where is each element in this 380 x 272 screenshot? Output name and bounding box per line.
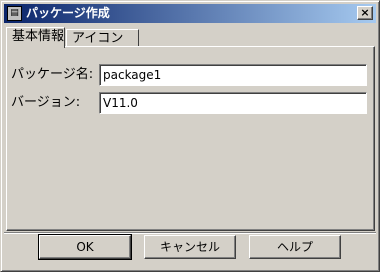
- title-bar[interactable]: ▤ パッケージ作成 ×: [4, 4, 376, 23]
- dialog-window: ▤ パッケージ作成 × 基本情報 アイコン パッケージ名: バージョン: OK …: [0, 0, 380, 272]
- tab-basic-info[interactable]: 基本情報: [6, 27, 65, 48]
- ok-button[interactable]: OK: [38, 234, 132, 260]
- version-input[interactable]: [99, 92, 367, 114]
- separator-highlight: [4, 233, 376, 234]
- app-icon: ▤: [7, 6, 22, 21]
- tab-icon[interactable]: アイコン: [66, 29, 139, 47]
- help-button[interactable]: ヘルプ: [249, 235, 341, 259]
- window-title: パッケージ作成: [26, 6, 110, 20]
- version-label: バージョン:: [11, 95, 81, 110]
- close-icon: ×: [360, 6, 370, 19]
- package-name-input[interactable]: [99, 64, 367, 86]
- close-button[interactable]: ×: [357, 6, 373, 20]
- cancel-button[interactable]: キャンセル: [144, 235, 236, 259]
- package-name-label: パッケージ名:: [11, 67, 94, 82]
